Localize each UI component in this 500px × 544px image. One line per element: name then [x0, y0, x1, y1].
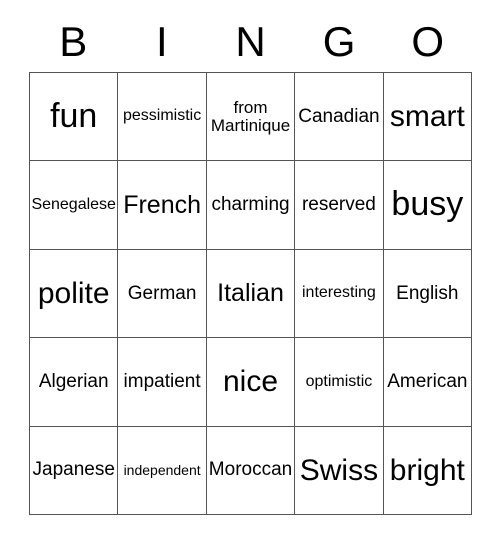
bingo-cell-label: optimistic	[305, 372, 373, 390]
bingo-card: B I N G O fun pessimistic from Martiniqu…	[29, 12, 473, 516]
bingo-cell-label: Japanese	[32, 459, 115, 481]
bingo-cell[interactable]: French	[118, 161, 207, 250]
bingo-cell[interactable]: Moroccan	[206, 426, 296, 516]
bingo-cell-label: bright	[389, 453, 465, 487]
bingo-cell[interactable]: busy	[383, 161, 473, 250]
bingo-cell-label: smart	[389, 99, 465, 133]
bingo-cell-label: Canadian	[298, 105, 380, 127]
bingo-cell-label: Swiss	[299, 453, 379, 487]
bingo-cell-label: American	[387, 370, 468, 392]
bingo-cell-label: Moroccan	[208, 459, 293, 481]
bingo-cell-label: Algerian	[38, 370, 109, 392]
bingo-cell-label: independent	[123, 461, 201, 478]
bingo-cell-label: English	[396, 282, 459, 304]
bingo-cell[interactable]: Japanese	[30, 426, 119, 516]
bingo-cell-label: nice	[222, 365, 279, 399]
bingo-cell[interactable]: Swiss	[295, 426, 384, 516]
bingo-cell-label: Senegalese	[31, 195, 116, 213]
bingo-cell-label: from Martinique	[210, 97, 291, 135]
bingo-row: polite German Italian interesting Englis…	[30, 249, 473, 339]
bingo-cell[interactable]: independent	[118, 426, 207, 516]
bingo-row: Senegalese French charming reserved busy	[30, 161, 473, 250]
bingo-cell[interactable]: fun	[30, 73, 119, 162]
header-letter-n: N	[235, 18, 266, 65]
bingo-cell-label: pessimistic	[122, 107, 202, 125]
bingo-cell-label: interesting	[302, 284, 376, 302]
bingo-cell[interactable]: Canadian	[295, 73, 384, 162]
bingo-cell-label: impatient	[123, 370, 201, 392]
header-letter-g: G	[322, 18, 356, 65]
bingo-row: Japanese independent Moroccan Swiss brig…	[30, 426, 473, 516]
bingo-header: B I N G O	[29, 12, 472, 72]
bingo-cell[interactable]: Algerian	[30, 338, 119, 427]
bingo-cell[interactable]: American	[383, 338, 473, 427]
bingo-cell[interactable]: polite	[30, 249, 119, 339]
bingo-row: Algerian impatient nice optimistic Ameri…	[30, 338, 473, 427]
bingo-grid: fun pessimistic from Martinique Canadian…	[29, 72, 473, 516]
bingo-cell-label: polite	[37, 276, 110, 310]
bingo-cell-label: Italian	[217, 279, 284, 308]
bingo-cell[interactable]: impatient	[118, 338, 207, 427]
header-letter-o: O	[411, 18, 444, 65]
bingo-cell[interactable]: English	[383, 249, 473, 339]
bingo-cell[interactable]: nice	[206, 338, 296, 427]
bingo-cell[interactable]: interesting	[295, 249, 384, 339]
bingo-cell-label: charming	[211, 194, 290, 216]
bingo-cell[interactable]: bright	[383, 426, 473, 516]
bingo-cell-label: French	[123, 190, 202, 219]
bingo-cell-label: German	[127, 282, 197, 304]
bingo-cell[interactable]: reserved	[295, 161, 384, 250]
bingo-cell[interactable]: optimistic	[295, 338, 384, 427]
bingo-cell-label: fun	[50, 96, 98, 135]
bingo-cell-label: busy	[391, 185, 464, 224]
header-letter-b: B	[59, 18, 88, 65]
bingo-cell[interactable]: pessimistic	[118, 73, 207, 162]
bingo-cell-label: reserved	[301, 194, 376, 216]
bingo-row: fun pessimistic from Martinique Canadian…	[30, 73, 473, 162]
bingo-cell[interactable]: from Martinique	[206, 73, 296, 162]
header-letter-i: I	[156, 18, 168, 65]
bingo-cell[interactable]: charming	[206, 161, 296, 250]
bingo-cell[interactable]: Italian	[206, 249, 296, 339]
bingo-cell[interactable]: German	[118, 249, 207, 339]
bingo-cell[interactable]: smart	[383, 73, 473, 162]
bingo-cell[interactable]: Senegalese	[30, 161, 119, 250]
